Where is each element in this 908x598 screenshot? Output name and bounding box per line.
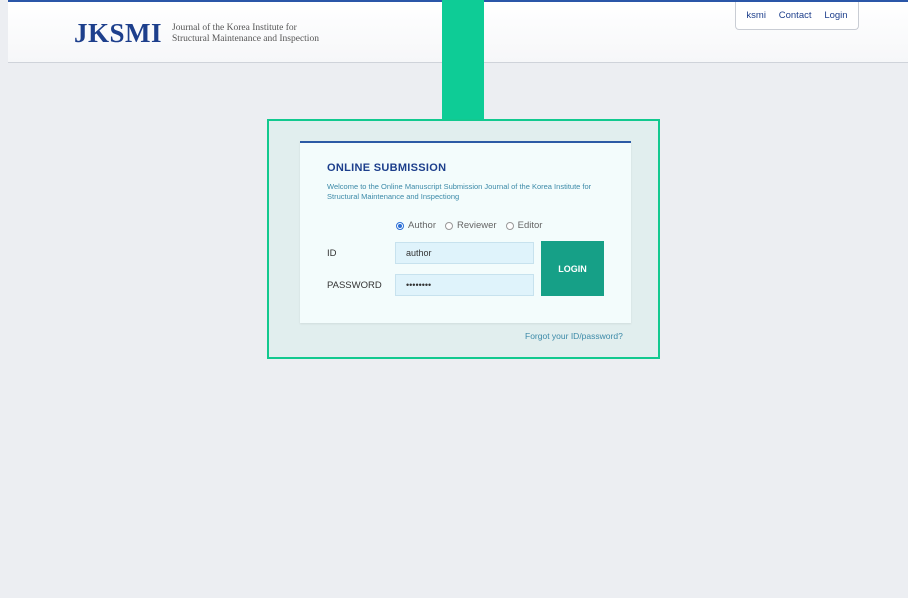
logo-subtitle: Journal of the Korea Institute for Struc… bbox=[172, 23, 319, 45]
logo-subtitle-line2: Structural Maintenance and Inspection bbox=[172, 33, 319, 44]
role-author[interactable]: Author bbox=[396, 220, 436, 231]
role-reviewer-label: Reviewer bbox=[457, 220, 497, 231]
role-editor[interactable]: Editor bbox=[505, 220, 543, 231]
login-card: ONLINE SUBMISSION Welcome to the Online … bbox=[300, 141, 631, 323]
logo-text: JKSMI bbox=[74, 18, 163, 48]
radio-reviewer[interactable] bbox=[445, 221, 453, 230]
id-field[interactable]: author bbox=[395, 242, 534, 264]
role-selector: Author Reviewer Editor bbox=[396, 220, 551, 231]
role-author-label: Author bbox=[408, 220, 436, 231]
role-reviewer[interactable]: Reviewer bbox=[445, 220, 497, 231]
link-ksmi[interactable]: ksmi bbox=[746, 10, 766, 21]
link-contact[interactable]: Contact bbox=[779, 10, 812, 21]
top-links: ksmi Contact Login bbox=[735, 2, 859, 30]
password-label: PASSWORD bbox=[327, 280, 382, 291]
card-description: Welcome to the Online Manuscript Submiss… bbox=[327, 182, 592, 201]
link-login[interactable]: Login bbox=[824, 10, 847, 21]
id-label: ID bbox=[327, 248, 337, 259]
role-editor-label: Editor bbox=[517, 220, 543, 231]
radio-editor[interactable] bbox=[505, 221, 514, 230]
forgot-password-link[interactable]: Forgot your ID/password? bbox=[525, 331, 623, 341]
site-logo[interactable]: JKSMI Journal of the Korea Institute for… bbox=[74, 20, 319, 47]
login-button[interactable]: LOGIN bbox=[541, 241, 604, 296]
highlight-marker-bar bbox=[442, 0, 484, 124]
card-title: ONLINE SUBMISSION bbox=[327, 162, 447, 174]
logo-subtitle-line1: Journal of the Korea Institute for bbox=[172, 22, 297, 33]
radio-author[interactable] bbox=[396, 221, 404, 230]
password-field[interactable]: •••••••• bbox=[395, 274, 534, 296]
